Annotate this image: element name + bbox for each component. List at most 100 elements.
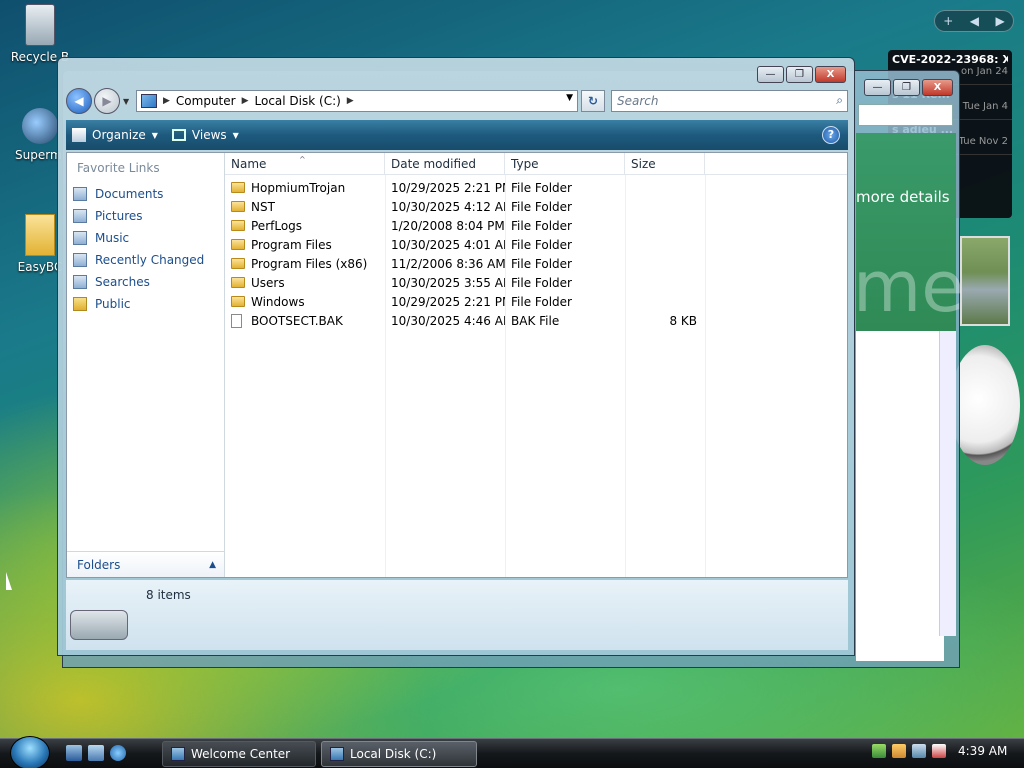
file-name: NST: [251, 199, 275, 214]
taskbar-button-label: Local Disk (C:): [350, 747, 437, 761]
security-icon[interactable]: [872, 744, 886, 758]
minimize-button[interactable]: —: [864, 79, 891, 96]
vertical-scrollbar[interactable]: [939, 331, 956, 636]
refresh-button[interactable]: ↻: [581, 90, 605, 112]
back-button[interactable]: ◀: [66, 88, 92, 114]
hard-drive-icon: [70, 610, 128, 640]
views-button[interactable]: Views ▼: [171, 128, 239, 142]
breadcrumb-arrow-icon[interactable]: ▶: [163, 96, 170, 106]
file-name: PerfLogs: [251, 218, 303, 233]
show-desktop-icon[interactable]: [66, 745, 82, 761]
folder-icon: [231, 277, 245, 288]
column-header-label: Name: [231, 157, 267, 171]
file-row[interactable]: Program Files (x86) 11/2/2006 8:36 AM Fi…: [225, 254, 705, 273]
favorite-links-heading: Favorite Links: [77, 161, 160, 175]
forward-button[interactable]: ▶: [94, 88, 120, 114]
help-button[interactable]: ?: [822, 126, 840, 144]
search-input[interactable]: [858, 104, 953, 126]
taskbar-button-local-disk[interactable]: Local Disk (C:): [321, 741, 477, 767]
file-name: Users: [251, 275, 285, 290]
file-date: 10/29/2025 2:21 PM: [391, 180, 505, 195]
favorite-link-music[interactable]: Music: [73, 227, 204, 249]
column-header-size[interactable]: Size: [625, 153, 705, 175]
favorite-link-documents[interactable]: Documents: [73, 183, 204, 205]
file-row[interactable]: Windows 10/29/2025 2:21 PM File Folder: [225, 292, 705, 311]
breadcrumb-arrow-icon[interactable]: ▶: [347, 96, 354, 106]
favorite-link-label: Documents: [95, 187, 164, 201]
explorer-window[interactable]: — ❐ X ◀ ▶ ▼ ▶ Computer ▶ Local Disk (C:)…: [57, 57, 855, 656]
folder-icon: [231, 258, 245, 269]
more-details-link[interactable]: more details: [856, 188, 950, 206]
folders-toggle[interactable]: Folders ▲: [67, 551, 224, 577]
flag-icon[interactable]: [892, 744, 906, 758]
window-controls: — ❐ X: [864, 79, 953, 96]
favorite-link-pictures[interactable]: Pictures: [73, 205, 204, 227]
column-header-date-modified[interactable]: Date modified: [385, 153, 505, 175]
column-header-type[interactable]: Type: [505, 153, 625, 175]
address-bar[interactable]: ▶ Computer ▶ Local Disk (C:) ▶ ▼: [136, 90, 578, 112]
chevron-up-icon: ▲: [209, 559, 216, 570]
maximize-button[interactable]: ❐: [893, 79, 920, 96]
file-row[interactable]: BOOTSECT.BAK 10/30/2025 4:46 AM BAK File…: [225, 311, 705, 330]
welcome-center-icon: [171, 747, 185, 761]
gadget-sidebar-controls: + ◀ ▶: [934, 10, 1014, 32]
favorite-link-label: Recently Changed: [95, 253, 205, 267]
add-gadget-button[interactable]: +: [943, 14, 953, 28]
system-tray: 4:39 AM: [872, 744, 1007, 758]
breadcrumb-computer[interactable]: Computer: [176, 94, 236, 108]
previous-gadget-button[interactable]: ◀: [970, 14, 979, 28]
taskbar-clock[interactable]: 4:39 AM: [958, 744, 1007, 758]
file-type: File Folder: [511, 218, 572, 233]
slideshow-gadget[interactable]: [960, 236, 1010, 326]
taskbar-button-welcome-center[interactable]: Welcome Center: [162, 741, 316, 767]
maximize-button[interactable]: ❐: [786, 66, 813, 83]
desktop-icon-recycle-bin[interactable]: Recycle B: [0, 4, 80, 64]
file-date: 10/30/2025 4:12 AM: [391, 199, 505, 214]
favorite-link-searches[interactable]: Searches: [73, 271, 204, 293]
file-row[interactable]: PerfLogs 1/20/2008 8:04 PM File Folder: [225, 216, 705, 235]
computer-icon: [141, 94, 157, 108]
file-type: BAK File: [511, 313, 560, 328]
favorite-link-public[interactable]: Public: [73, 293, 204, 315]
minimize-button[interactable]: —: [757, 66, 784, 83]
switch-windows-icon[interactable]: [88, 745, 104, 761]
file-row[interactable]: Users 10/30/2025 3:55 AM File Folder: [225, 273, 705, 292]
breadcrumb-local-disk[interactable]: Local Disk (C:): [255, 94, 341, 108]
file-row[interactable]: Program Files 10/30/2025 4:01 AM File Fo…: [225, 235, 705, 254]
favorite-link-label: Music: [95, 231, 130, 245]
desktop-icon-label: EasyBC: [17, 260, 63, 274]
search-input[interactable]: Search ⌕: [611, 90, 848, 112]
volume-muted-icon[interactable]: [932, 744, 946, 758]
breadcrumb-arrow-icon[interactable]: ▶: [242, 96, 249, 106]
chevron-down-icon: ▼: [232, 130, 239, 140]
internet-explorer-icon[interactable]: [110, 745, 126, 761]
column-headers: ^ Name Date modified Type Size: [225, 153, 847, 175]
window-controls: — ❐ X: [757, 66, 846, 83]
organize-button[interactable]: Organize ▼: [72, 128, 158, 142]
network-icon[interactable]: [912, 744, 926, 758]
chevron-down-icon: ▼: [151, 130, 158, 140]
file-name: Program Files: [251, 237, 332, 252]
taskbar-button-label: Welcome Center: [191, 747, 291, 761]
navigation-pane: Favorite Links Documents Pictures Music …: [67, 153, 225, 577]
column-divider: [705, 175, 706, 577]
favorite-link-label: Pictures: [95, 209, 143, 223]
searches-icon: [73, 275, 87, 289]
close-button[interactable]: X: [815, 66, 846, 83]
favorite-link-recently-changed[interactable]: Recently Changed: [73, 249, 204, 271]
recent-pages-dropdown-icon[interactable]: ▼: [123, 97, 129, 106]
favorite-link-label: Public: [95, 297, 131, 311]
file-row[interactable]: NST 10/30/2025 4:12 AM File Folder: [225, 197, 705, 216]
favorite-link-label: Searches: [95, 275, 150, 289]
address-dropdown-icon[interactable]: ▼: [566, 93, 573, 103]
music-icon: [73, 231, 87, 245]
close-button[interactable]: X: [922, 79, 953, 96]
next-gadget-button[interactable]: ▶: [996, 14, 1005, 28]
file-row[interactable]: HopmiumTrojan 10/29/2025 2:21 PM File Fo…: [225, 178, 705, 197]
file-name: HopmiumTrojan: [251, 180, 346, 195]
folder-icon: [231, 239, 245, 250]
start-button[interactable]: [10, 736, 50, 768]
search-icon[interactable]: ⌕: [836, 93, 843, 108]
file-date: 10/30/2025 4:01 AM: [391, 237, 505, 252]
column-header-name[interactable]: ^ Name: [225, 153, 385, 175]
